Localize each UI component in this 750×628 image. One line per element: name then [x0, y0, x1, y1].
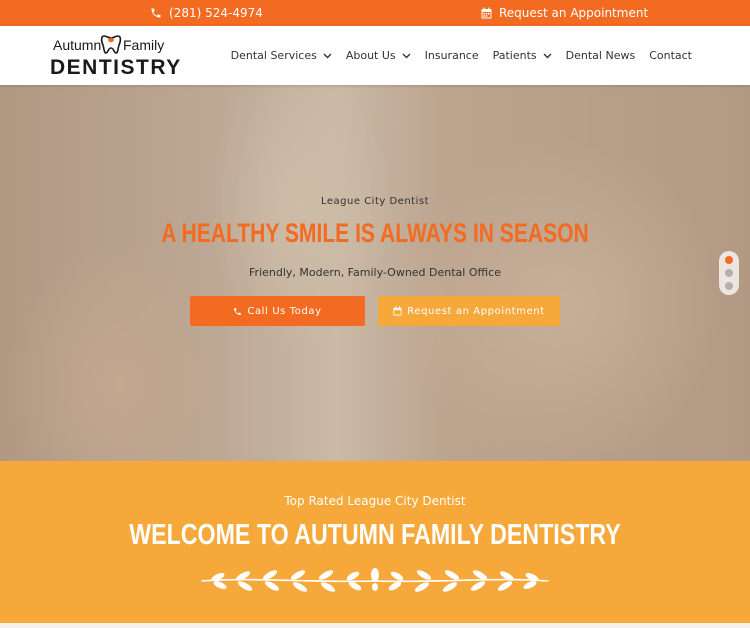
- slider-dot-3[interactable]: [725, 282, 733, 290]
- welcome-section: Top Rated League City Dentist WELCOME TO…: [0, 461, 750, 623]
- logo-word-dentistry: DENTISTRY: [50, 56, 182, 79]
- chevron-down-icon: [543, 53, 552, 58]
- logo-word-autumn: Autumn: [53, 37, 102, 53]
- phone-icon: [234, 307, 242, 315]
- topbar-appointment-text: Request an Appointment: [499, 6, 649, 20]
- next-section-edge: [0, 623, 750, 628]
- hero-eyebrow: League City Dentist: [321, 196, 429, 207]
- calendar-icon: [481, 7, 492, 19]
- logo-word-family: Family: [123, 37, 165, 53]
- site-header: Autumn Family DENTISTRY Dental Services …: [0, 26, 750, 85]
- nav-item-insurance[interactable]: Insurance: [425, 49, 479, 62]
- nav-item-label: Contact: [649, 49, 692, 62]
- slider-dot-1[interactable]: [725, 256, 733, 264]
- call-us-button-label: Call Us Today: [247, 305, 322, 317]
- request-appointment-button-label: Request an Appointment: [407, 305, 545, 317]
- slider-pagination: [719, 251, 739, 295]
- nav-item-label: Dental News: [565, 49, 636, 62]
- welcome-title: WELCOME TO AUTUMN FAMILY DENTISTRY: [129, 519, 621, 551]
- nav-item-label: Dental Services: [230, 49, 317, 62]
- chevron-down-icon: [323, 53, 332, 58]
- nav-item-label: Insurance: [424, 49, 479, 62]
- topbar-appointment-link[interactable]: Request an Appointment: [481, 0, 648, 26]
- welcome-eyebrow: Top Rated League City Dentist: [284, 494, 466, 508]
- topbar-phone-link[interactable]: (281) 524-4974: [150, 0, 263, 26]
- nav-item-label: Patients: [492, 49, 537, 62]
- nav-item-about-us[interactable]: About Us: [346, 49, 411, 62]
- hero-description: Friendly, Modern, Family-Owned Dental Of…: [249, 266, 501, 279]
- nav-item-dental-services[interactable]: Dental Services: [231, 49, 332, 62]
- laurel-divider-icon: [201, 568, 549, 592]
- nav-item-contact[interactable]: Contact: [649, 49, 692, 62]
- phone-icon: [151, 8, 161, 18]
- hero-title: A HEALTHY SMILE IS ALWAYS IN SEASON: [161, 218, 589, 248]
- chevron-down-icon: [402, 53, 411, 58]
- main-nav: Dental Services About Us Insurance Patie…: [217, 26, 692, 85]
- topbar-phone-text: (281) 524-4974: [169, 6, 263, 20]
- tooth-leaf-icon: [100, 35, 122, 54]
- hero-slider: League City Dentist A HEALTHY SMILE IS A…: [0, 85, 750, 461]
- call-us-button[interactable]: Call Us Today: [190, 296, 365, 326]
- calendar-icon: [393, 306, 402, 316]
- slider-dot-2[interactable]: [725, 269, 733, 277]
- top-contact-bar: (281) 524-4974 Request an Appointment: [0, 0, 750, 26]
- site-logo[interactable]: Autumn Family DENTISTRY: [50, 32, 180, 80]
- nav-item-patients[interactable]: Patients: [493, 49, 552, 62]
- nav-item-label: About Us: [345, 49, 396, 62]
- logo-top-line: Autumn Family: [53, 37, 164, 53]
- nav-item-dental-news[interactable]: Dental News: [566, 49, 636, 62]
- request-appointment-button[interactable]: Request an Appointment: [378, 296, 560, 326]
